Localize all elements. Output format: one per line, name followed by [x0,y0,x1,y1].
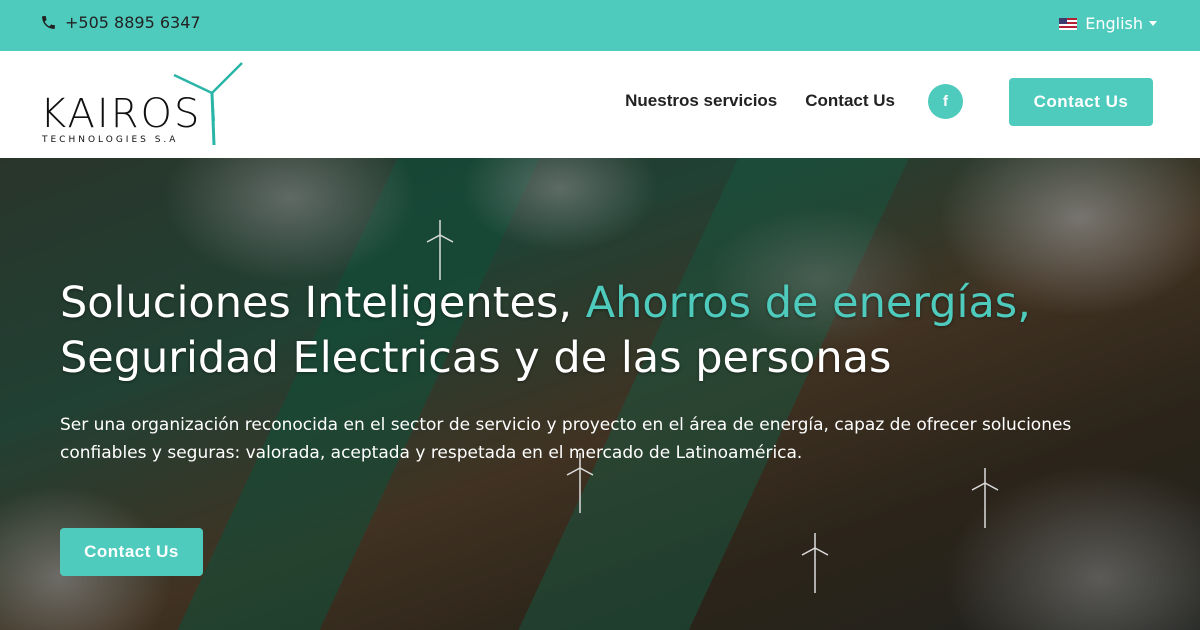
headline-part1: Soluciones Inteligentes, [60,278,586,328]
hero-contact-us-button[interactable]: Contact Us [60,528,203,576]
language-label: English [1085,14,1143,33]
top-bar: +505 8895 6347 English [0,0,1200,51]
nav-links: Nuestros servicios Contact Us [625,91,895,111]
hero-description: Ser una organización reconocida en el se… [60,415,1072,463]
headline-accent: Ahorros de energías, [585,278,1031,328]
hero-turbine-icon [425,220,455,280]
headline-line2: Seguridad Electricas y de las personas [60,333,892,383]
hero-turbine-icon [800,533,830,593]
logo-subtitle: TECHNOLOGIES S.A [42,135,179,145]
hero-turbine-icon [970,468,1000,528]
us-flag-icon [1059,17,1078,30]
facebook-label: f [943,93,948,110]
wind-turbine-icon [173,62,243,146]
hero-section: Soluciones Inteligentes, Ahorros de ener… [0,158,1200,630]
facebook-icon[interactable]: f [928,84,963,119]
phone-number: +505 8895 6347 [65,13,201,32]
main-navbar: KAIROS TECHNOLOGIES S.A Nuestros servici… [0,51,1200,158]
logo[interactable]: KAIROS TECHNOLOGIES S.A [40,61,250,151]
nav-link-contact[interactable]: Contact Us [805,91,895,111]
contact-us-button[interactable]: Contact Us [1009,78,1153,126]
phone-contact[interactable]: +505 8895 6347 [40,13,201,32]
language-selector[interactable]: English [1059,14,1157,33]
phone-icon [42,16,55,29]
chevron-down-icon [1149,21,1157,26]
nav-link-services[interactable]: Nuestros servicios [625,91,777,111]
hero-headline: Soluciones Inteligentes, Ahorros de ener… [60,276,1031,386]
